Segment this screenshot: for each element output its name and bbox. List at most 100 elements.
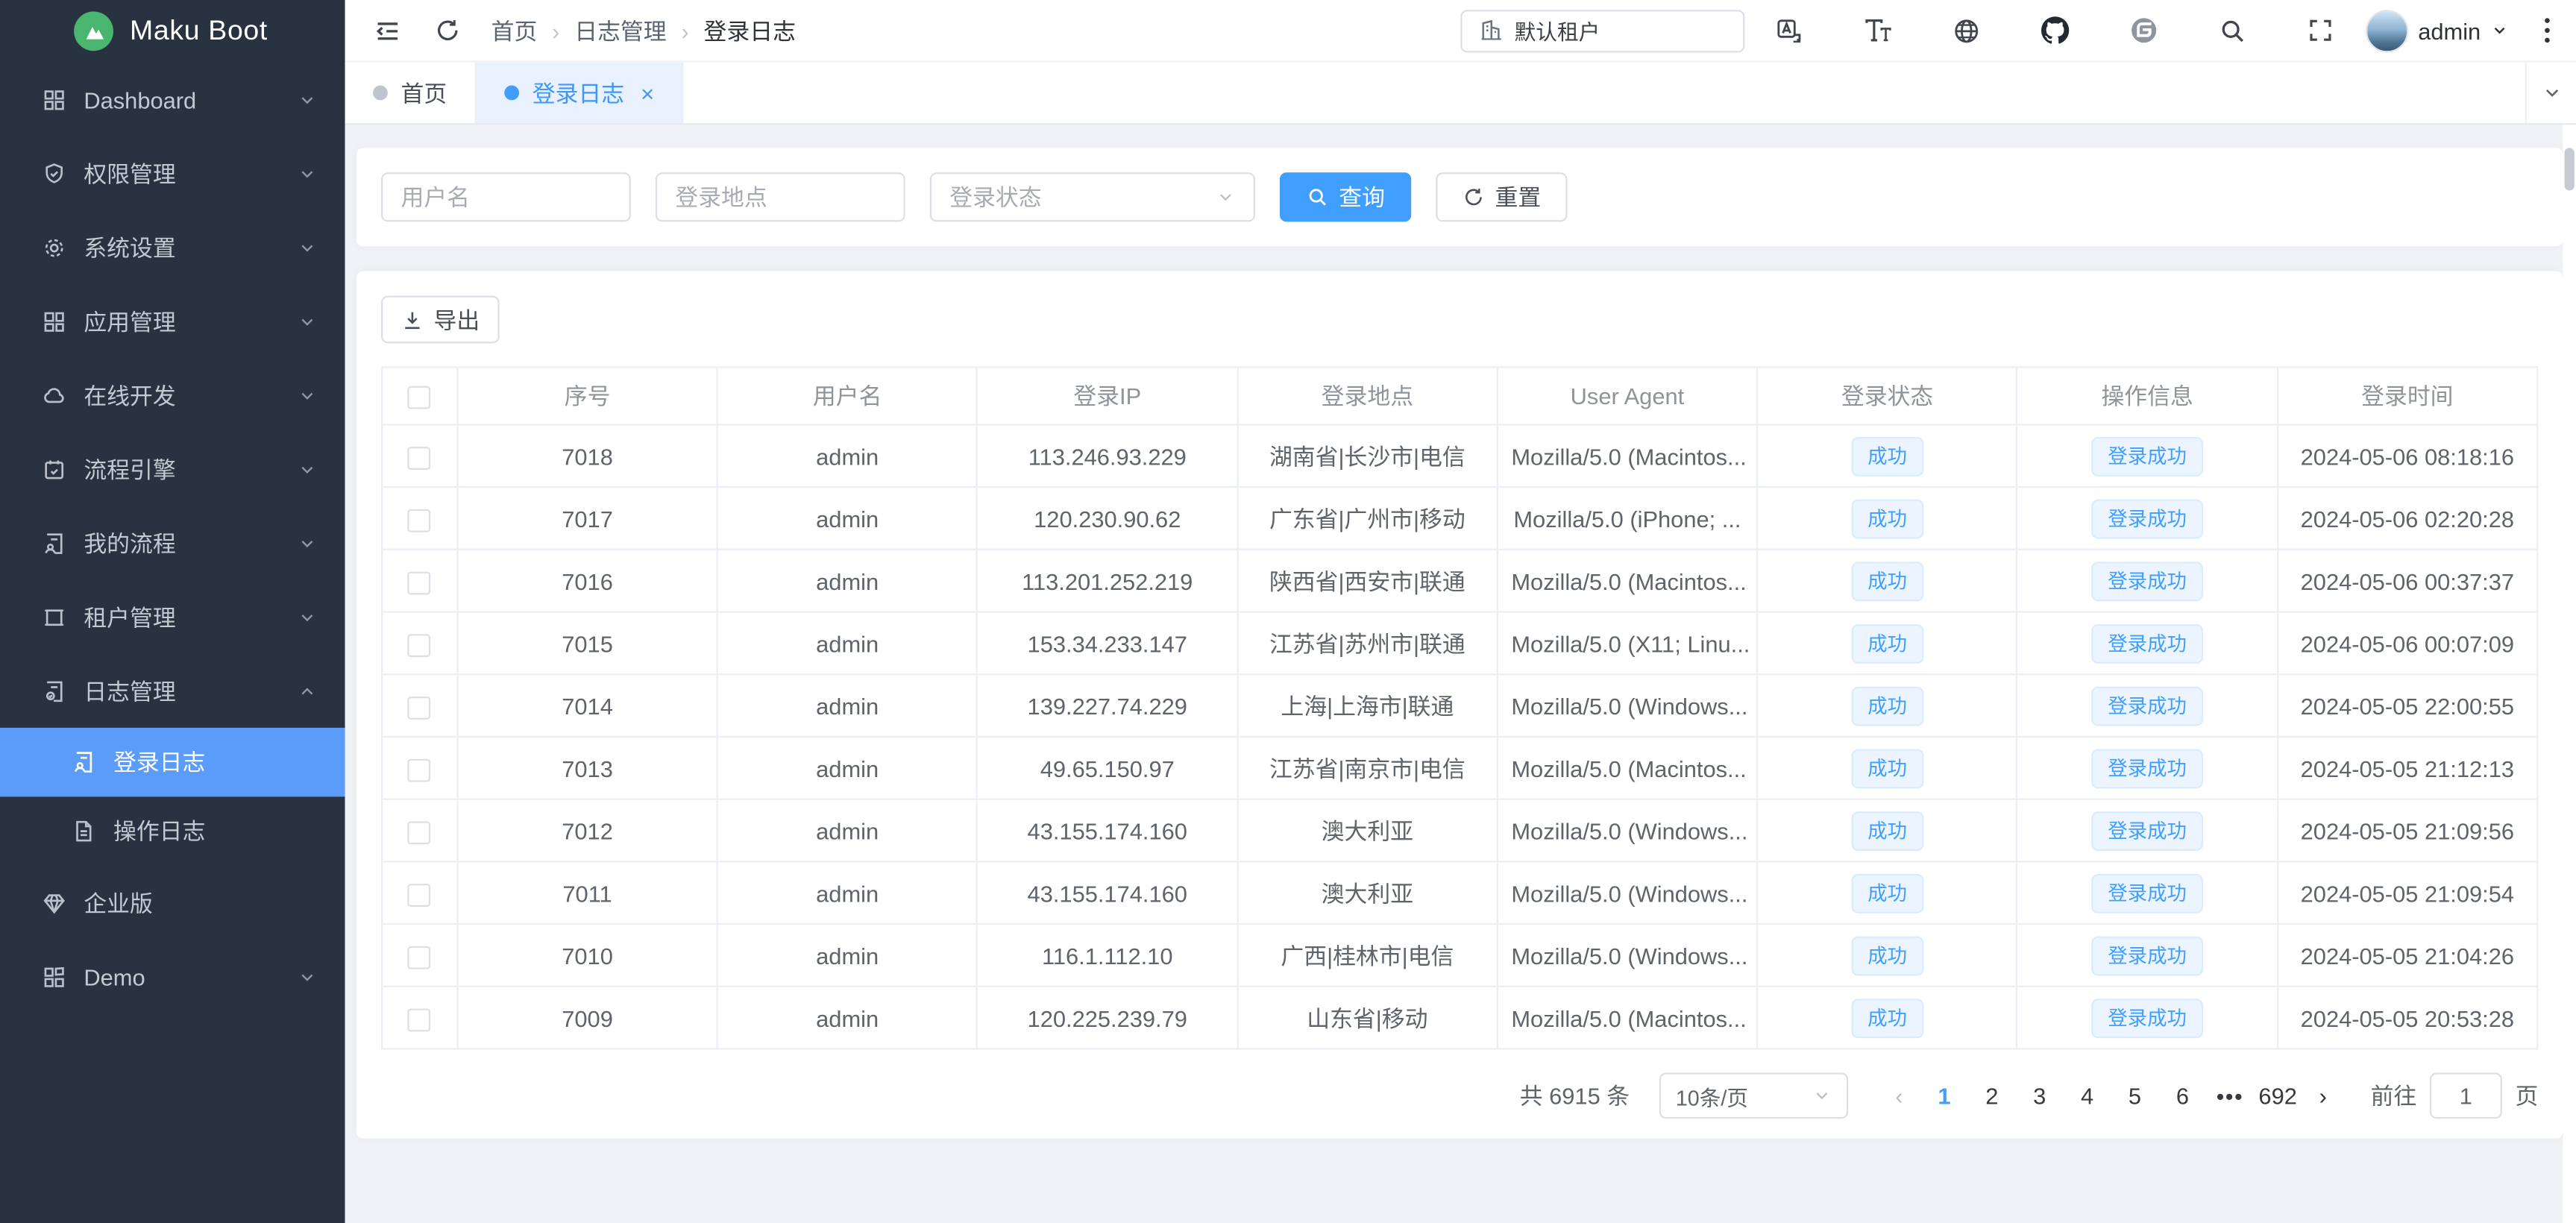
tab-login-log[interactable]: 登录日志 × [477, 63, 684, 124]
fullscreen-icon[interactable] [2306, 16, 2336, 45]
sidebar-item-label: Demo [84, 963, 297, 990]
topbar-right: 默认租户 [1460, 9, 2557, 51]
export-button[interactable]: 导出 [381, 296, 500, 344]
cell-user-agent: Mozilla/5.0 (Windows... [1498, 674, 1758, 737]
reset-button[interactable]: 重置 [1436, 172, 1567, 221]
login-status-select[interactable]: 登录状态 [930, 172, 1255, 221]
sidebar-item-tenant-management[interactable]: 租户管理 [0, 580, 345, 654]
sidebar-item-label: 企业版 [84, 886, 317, 919]
font-size-icon[interactable] [1863, 16, 1893, 45]
sidebar-item-label: 权限管理 [84, 157, 297, 189]
table-row: 7018 admin 113.246.93.229 湖南省|长沙市|电信 Moz… [382, 424, 2537, 487]
translate-icon[interactable] [1774, 16, 1804, 45]
row-checkbox[interactable] [408, 758, 431, 782]
page-3[interactable]: 3 [2016, 1072, 2064, 1119]
sidebar-item-login-log[interactable]: 登录日志 [0, 728, 345, 797]
chevron-down-icon [298, 89, 317, 109]
row-checkbox[interactable] [408, 446, 431, 469]
login-location-input[interactable]: 登录地点 [656, 172, 905, 221]
logo[interactable]: Maku Boot [0, 0, 345, 63]
message-badge: 登录成功 [2091, 873, 2203, 913]
page-2[interactable]: 2 [1968, 1072, 2016, 1119]
tenant-select[interactable]: 默认租户 [1460, 9, 1744, 51]
gitee-icon[interactable] [2129, 16, 2159, 45]
tab-home[interactable]: 首页 [345, 63, 477, 124]
sidebar-item-my-flow[interactable]: 我的流程 [0, 506, 345, 579]
username-input[interactable]: 用户名 [381, 172, 631, 221]
cell-username: admin [717, 550, 978, 612]
breadcrumb-item-login-log: 登录日志 [704, 14, 796, 47]
page-1[interactable]: 1 [1920, 1072, 1968, 1119]
row-checkbox[interactable] [408, 633, 431, 656]
page-5[interactable]: 5 [2111, 1072, 2159, 1119]
sidebar-item-dashboard[interactable]: Dashboard [0, 63, 345, 136]
cell-username: admin [717, 674, 978, 737]
page-last[interactable]: 692 [2254, 1072, 2302, 1119]
cell-user-agent: Mozilla/5.0 (Macintos... [1498, 987, 1758, 1049]
row-checkbox[interactable] [408, 821, 431, 844]
sidebar-item-label: 租户管理 [84, 600, 297, 633]
cell-login-ip: 139.227.74.229 [977, 674, 1237, 737]
refresh-icon[interactable] [432, 16, 462, 45]
cell-login-time: 2024-05-05 20:53:28 [2277, 987, 2537, 1049]
row-checkbox[interactable] [408, 1008, 431, 1031]
sidebar-item-log-management[interactable]: 日志管理 [0, 654, 345, 728]
page-6[interactable]: 6 [2158, 1072, 2206, 1119]
sidebar-item-label: 我的流程 [84, 526, 297, 559]
goto-page-input[interactable]: 1 [2430, 1072, 2502, 1119]
message-badge: 登录成功 [2091, 436, 2203, 476]
sidebar-item-permissions[interactable]: 权限管理 [0, 136, 345, 210]
cell-login-location: 上海|上海市|联通 [1237, 674, 1498, 737]
breadcrumb-item-log-management[interactable]: 日志管理 [574, 14, 666, 47]
shield-check-icon [40, 160, 67, 187]
status-badge: 成功 [1851, 686, 1923, 726]
scrollbar-track[interactable] [2563, 125, 2576, 1223]
table-row: 7011 admin 43.155.174.160 澳大利亚 Mozilla/5… [382, 861, 2537, 924]
row-checkbox[interactable] [408, 571, 431, 594]
breadcrumb: 首页 › 日志管理 › 登录日志 [491, 14, 796, 47]
page-4[interactable]: 4 [2064, 1072, 2111, 1119]
cell-serial: 7013 [457, 737, 717, 799]
cell-serial: 7018 [457, 424, 717, 487]
sidebar-item-operation-log[interactable]: 操作日志 [0, 796, 345, 866]
collapse-sidebar-icon[interactable] [373, 16, 403, 45]
search-icon[interactable] [2217, 16, 2247, 45]
next-page-button[interactable]: › [2302, 1072, 2344, 1119]
sidebar-item-system-settings[interactable]: 系统设置 [0, 210, 345, 284]
col-登录IP: 登录IP [977, 367, 1237, 424]
tab-label: 登录日志 [533, 76, 624, 109]
row-checkbox[interactable] [408, 509, 431, 532]
chevron-down-icon [1216, 187, 1235, 207]
user-menu[interactable]: admin [2366, 9, 2509, 51]
row-checkbox[interactable] [408, 883, 431, 906]
select-all-checkbox[interactable] [408, 386, 431, 409]
close-icon[interactable]: × [641, 80, 654, 106]
sidebar-item-app-management[interactable]: 应用管理 [0, 284, 345, 358]
row-checkbox[interactable] [408, 696, 431, 719]
tabs-dropdown-button[interactable] [2525, 63, 2576, 124]
app-title: Maku Boot [130, 15, 268, 48]
sidebar-item-flow-engine[interactable]: 流程引擎 [0, 432, 345, 506]
globe-icon[interactable] [1952, 16, 1982, 45]
prev-page-button[interactable]: ‹ [1878, 1072, 1920, 1119]
sidebar-item-demo[interactable]: Demo [0, 940, 345, 1013]
scrollbar-thumb[interactable] [2565, 148, 2575, 190]
cell-login-time: 2024-05-06 08:18:16 [2277, 424, 2537, 487]
cell-login-ip: 120.225.239.79 [977, 987, 1237, 1049]
page-size-select[interactable]: 10条/页 [1659, 1072, 1848, 1119]
calendar-check-icon [40, 455, 67, 482]
cell-login-time: 2024-05-05 21:04:26 [2277, 924, 2537, 987]
sidebar-item-online-dev[interactable]: 在线开发 [0, 358, 345, 432]
chevron-down-icon [298, 607, 317, 626]
breadcrumb-item-home[interactable]: 首页 [491, 14, 538, 47]
search-button[interactable]: 查询 [1280, 172, 1411, 221]
more-pages[interactable]: ••• [2206, 1072, 2254, 1119]
row-checkbox[interactable] [408, 946, 431, 969]
github-icon[interactable] [2041, 16, 2070, 45]
chevron-down-icon [2490, 22, 2508, 40]
building-icon [1478, 18, 1503, 43]
sidebar-item-enterprise[interactable]: 企业版 [0, 866, 345, 940]
more-menu-icon[interactable] [2538, 15, 2556, 46]
refresh-icon [1462, 186, 1485, 209]
status-badge: 成功 [1851, 623, 1923, 663]
